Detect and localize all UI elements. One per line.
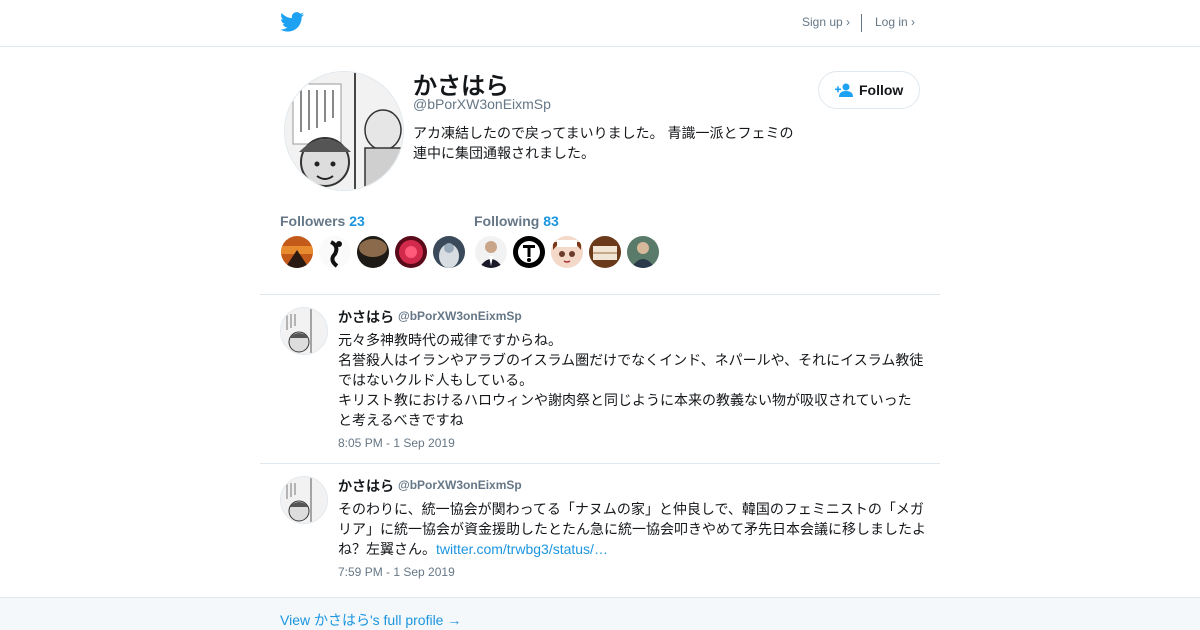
nav-divider [861, 14, 862, 32]
tweet-line: ではないクルド人もしている。 [338, 372, 534, 388]
twitter-bird-icon[interactable] [280, 11, 304, 33]
following-avatar[interactable] [513, 236, 545, 268]
follower-avatar[interactable] [357, 236, 389, 268]
tweet-text: 元々多神教時代の戒律ですからね。 名誉殺人はイランやアラブのイスラム圏だけでなく… [338, 330, 934, 430]
add-user-icon [835, 83, 853, 97]
follow-button[interactable]: Follow [818, 71, 920, 109]
following-avatar[interactable] [627, 236, 659, 268]
tweet-avatar[interactable] [280, 476, 328, 524]
following-avatar[interactable] [589, 236, 621, 268]
tweet-divider [260, 463, 940, 464]
following-label: Following [474, 213, 540, 229]
follower-avatar[interactable] [433, 236, 465, 268]
log-in-link[interactable]: Log in › [875, 15, 915, 29]
top-bar: Sign up › Log in › [0, 0, 1200, 47]
manga-avatar-image [285, 72, 403, 190]
following-avatar[interactable] [475, 236, 507, 268]
tweet-timestamp[interactable]: 7:59 PM - 1 Sep 2019 [338, 565, 455, 579]
section-divider [260, 294, 940, 295]
followers-count: 23 [349, 213, 365, 229]
tweet-line: そのわりに、統一協会が関わってる「ナヌムの家」と仲良しで、韓国のフェミニストの「… [338, 501, 924, 517]
footer-bar: View かさはら's full profile → [0, 597, 1200, 630]
profile-bio: アカ凍結したので戻ってまいりました。 青識一派とフェミの 連中に集団通報されまし… [413, 123, 813, 163]
tweet-avatar[interactable] [280, 307, 328, 355]
tweet-link[interactable]: twitter.com/trwbg3/status/… [436, 541, 608, 557]
view-full-profile-link[interactable]: View かさはら's full profile → [280, 610, 461, 630]
sign-up-link[interactable]: Sign up › [802, 15, 850, 29]
followers-label: Followers [280, 213, 346, 229]
profile-avatar[interactable] [284, 71, 404, 191]
tweet-line: 名誉殺人はイランやアラブのイスラム圏だけでなくインド、ネパールや、それにイスラム… [338, 352, 924, 368]
following-stat[interactable]: Following 83 [474, 213, 559, 229]
tweet-line: ね？左翼さん。 [338, 541, 436, 557]
tweet-line-with-link: ね？左翼さん。twitter.com/trwbg3/status/… [338, 539, 934, 559]
following-count: 83 [543, 213, 559, 229]
tweet-author-name[interactable]: かさはら [338, 476, 394, 496]
tweet-author-handle[interactable]: @bPorXW3onEixmSp [398, 478, 522, 492]
profile-screen-name: @bPorXW3onEixmSp [413, 96, 551, 112]
tweet-line: キリスト教におけるハロウィンや謝肉祭と同じように本来の教義ない物が吸収されていっ… [338, 392, 912, 408]
tweet-line: リア」に統一協会が資金援助したとたん急に統一協会叩きやめて矛先日本会議に移しまし… [338, 521, 926, 537]
follower-avatar[interactable] [319, 236, 351, 268]
tweet-author-name[interactable]: かさはら [338, 307, 394, 327]
bio-line: 連中に集団通報されました。 [413, 145, 595, 161]
following-avatar[interactable] [551, 236, 583, 268]
followers-stat[interactable]: Followers 23 [280, 213, 365, 229]
follower-avatar[interactable] [395, 236, 427, 268]
tweet-line: と考えるべきですね [338, 412, 464, 428]
tweet-timestamp[interactable]: 8:05 PM - 1 Sep 2019 [338, 436, 455, 450]
tweet-line: 元々多神教時代の戒律ですからね。 [338, 332, 562, 348]
follower-avatar[interactable] [281, 236, 313, 268]
tweet-text: そのわりに、統一協会が関わってる「ナヌムの家」と仲良しで、韓国のフェミニストの「… [338, 499, 934, 559]
follow-button-label: Follow [859, 82, 904, 98]
bio-line: アカ凍結したので戻ってまいりました。 青識一派とフェミの [413, 125, 794, 141]
tweet-author-handle[interactable]: @bPorXW3onEixmSp [398, 309, 522, 323]
